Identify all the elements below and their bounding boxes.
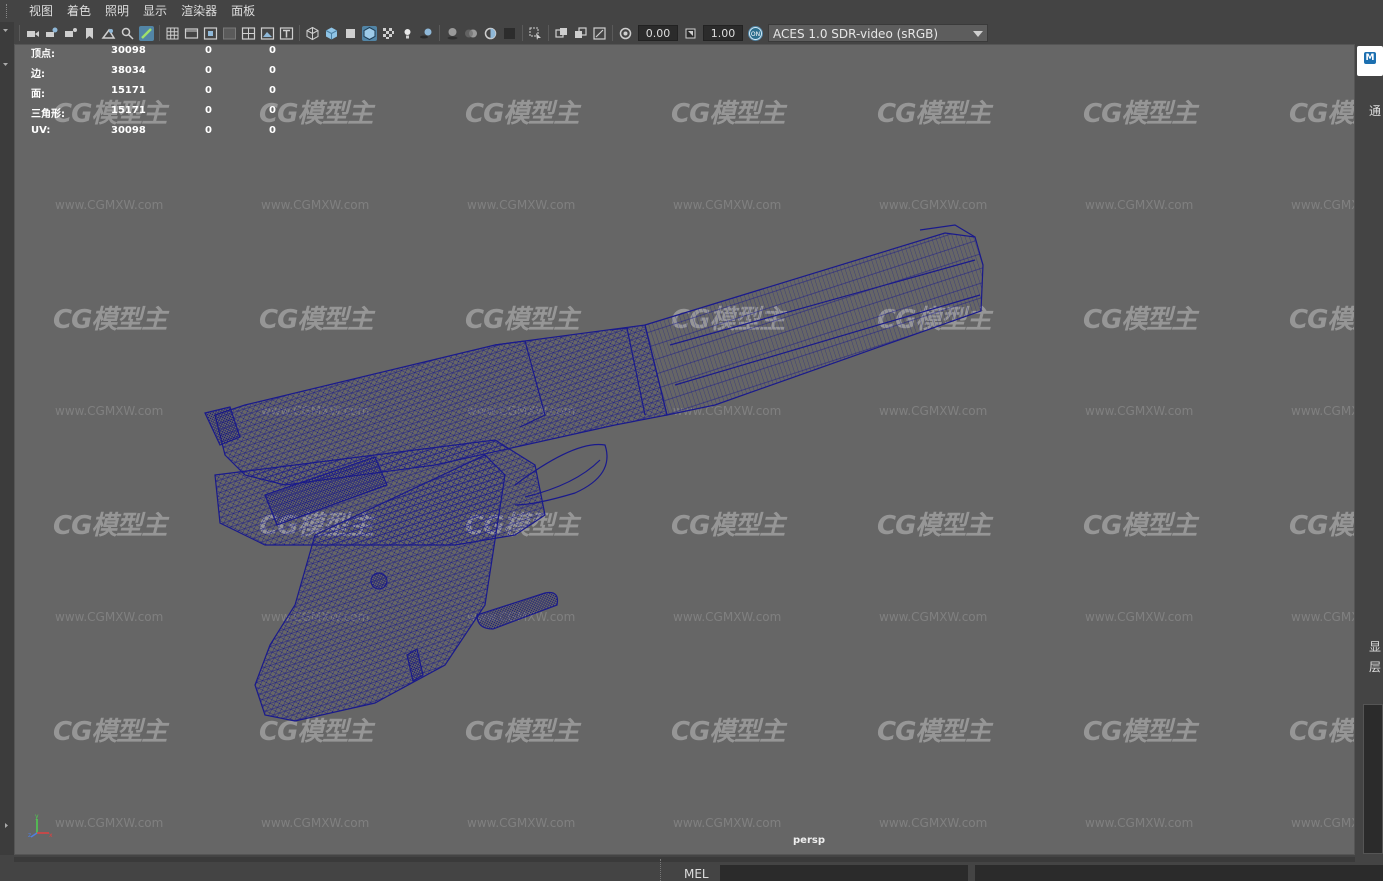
collapse-arrow-icon[interactable] [2,26,9,33]
toolbar-separator [548,25,549,41]
gamma-field[interactable]: 1.00 [703,25,743,41]
gate-mask-icon[interactable] [222,26,237,41]
camera-name-label: persp [793,835,825,846]
panel-divider-grip[interactable] [660,859,666,881]
anti-aliasing-icon[interactable] [483,26,498,41]
menu-shading[interactable]: 着色 [60,0,98,22]
svg-text:z: z [28,832,31,839]
exposure-icon[interactable] [618,26,633,41]
menu-renderer[interactable]: 渲染器 [174,0,224,22]
toolbar-separator [159,25,160,41]
perspective-viewport[interactable]: CG模型主CG模型主CG模型主CG模型主CG模型主CG模型主CG模型主CG模型主… [14,44,1355,855]
camera-attributes-icon[interactable] [44,26,59,41]
view-transform-dropdown[interactable]: ACES 1.0 SDR-video (sRGB) [768,24,988,42]
menu-grip[interactable] [6,4,10,18]
film-gate-icon[interactable] [184,26,199,41]
menu-view[interactable]: 视图 [22,0,60,22]
gamma-icon[interactable] [683,26,698,41]
toolbar-separator [439,25,440,41]
menu-lighting[interactable]: 照明 [98,0,136,22]
toolbar-separator [612,25,613,41]
default-material-icon[interactable] [343,26,358,41]
toolbar-separator [522,25,523,41]
motion-blur-icon[interactable] [464,26,479,41]
menu-show[interactable]: 显示 [136,0,174,22]
maya-window: 视图 着色 照明 显示 渲染器 面板 0.00 1.00 ON ACES 1.0… [0,0,1383,881]
wireframe-on-shaded-icon[interactable] [362,25,377,41]
svg-text:x: x [49,832,53,839]
view-axis-gizmo: y z x [28,813,53,839]
viewport-scrollbar[interactable] [14,857,1355,862]
command-result-field [975,865,1383,881]
safe-title-icon[interactable] [279,26,294,41]
isolate-select-icon[interactable] [528,26,543,41]
grease-pencil-icon[interactable] [139,25,154,41]
menu-panels[interactable]: 面板 [224,0,262,22]
textured-icon[interactable] [381,26,396,41]
image-plane-icon[interactable] [101,26,116,41]
svg-text:ON: ON [751,31,760,38]
2d-pan-zoom-icon[interactable] [120,26,135,41]
channel-box-tab-label[interactable]: 通 [1369,102,1381,119]
xray-icon[interactable] [554,26,569,41]
color-management-icon[interactable]: ON [748,25,763,41]
smooth-shade-icon[interactable] [324,26,339,41]
toolbar-separator [299,25,300,41]
use-all-lights-icon[interactable] [400,26,415,41]
wireframe-icon[interactable] [305,26,320,41]
maya-logo-icon[interactable]: M [1357,46,1383,76]
command-line-bar: MEL [0,855,1383,881]
grid-icon[interactable] [165,26,180,41]
screen-space-ao-icon[interactable] [445,26,460,41]
field-chart-icon[interactable] [241,26,256,41]
safe-action-icon[interactable] [260,26,275,41]
pistol-wireframe-model[interactable] [15,45,1355,855]
bookmark-icon[interactable] [82,26,97,41]
resolution-gate-icon[interactable] [203,26,218,41]
exposure-field[interactable]: 0.00 [638,25,678,41]
layer-tab-label[interactable]: 层 [1369,658,1381,675]
channel-box-collapsed: M 通 显 层 [1355,44,1383,881]
command-language-label[interactable]: MEL [684,867,709,881]
svg-text:y: y [35,813,39,820]
expand-arrow-icon[interactable] [2,822,9,829]
display-tab-label[interactable]: 显 [1369,638,1381,655]
xray-active-components-icon[interactable] [592,26,607,41]
bookmarks-icon[interactable] [63,26,78,41]
viewport-toolbar: 0.00 1.00 ON ACES 1.0 SDR-video (sRGB) [0,22,1383,44]
viewport-menu-bar: 视图 着色 照明 显示 渲染器 面板 [0,0,1383,22]
chevron-down-icon [973,31,983,37]
left-tool-strip [0,22,14,881]
depth-of-field-icon[interactable] [502,26,517,41]
shadows-icon[interactable] [419,26,434,41]
collapse-arrow-icon[interactable] [2,60,9,67]
layer-editor-area[interactable] [1363,704,1383,854]
select-camera-icon[interactable] [25,26,40,41]
toolbar-separator [19,25,20,41]
command-input-field[interactable] [720,865,968,881]
xray-joints-icon[interactable] [573,26,588,41]
view-transform-label: ACES 1.0 SDR-video (sRGB) [773,27,939,41]
